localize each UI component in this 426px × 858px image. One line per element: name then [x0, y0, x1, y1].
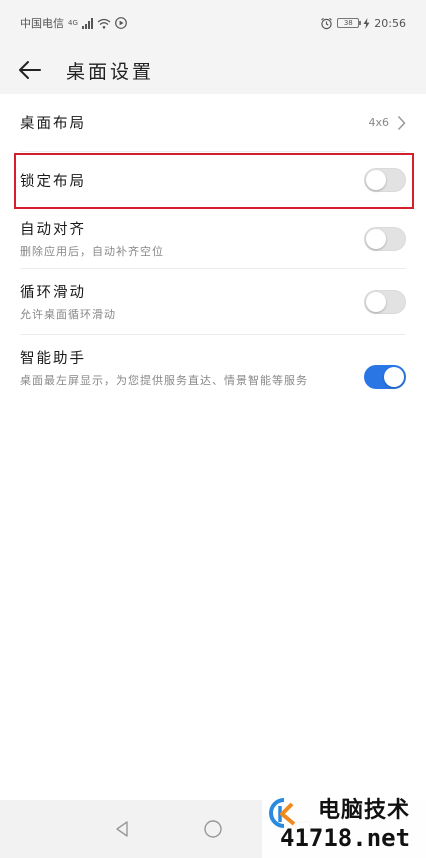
- network-type: 4G: [68, 19, 78, 27]
- wifi-icon: [97, 18, 111, 29]
- smart-assistant-toggle[interactable]: [364, 365, 406, 389]
- battery-level: 38: [343, 19, 353, 27]
- status-time: 20:56: [374, 16, 406, 30]
- back-button[interactable]: [0, 46, 60, 94]
- signal-icon: [81, 17, 93, 29]
- setting-lock-layout: 锁定布局: [20, 152, 406, 208]
- watermark-url: 41718.net: [280, 824, 411, 852]
- battery-icon: 38: [337, 18, 362, 28]
- setting-auto-align: 自动对齐 删除应用后，自动补齐空位: [20, 209, 406, 269]
- setting-title: 桌面布局: [20, 116, 86, 132]
- watermark-name: 电脑技术: [318, 798, 411, 823]
- chevron-right-icon: [397, 115, 406, 130]
- status-bar: 中国电信 4G 38 20:56: [0, 0, 426, 46]
- back-arrow-icon: [19, 61, 41, 79]
- play-icon: [114, 17, 127, 29]
- carrier-name: 中国电信: [20, 17, 64, 30]
- layout-value: 4x6: [368, 116, 389, 129]
- loop-scroll-toggle[interactable]: [364, 289, 406, 314]
- setting-description: 删除应用后，自动补齐空位: [20, 244, 164, 258]
- triangle-back-icon: [116, 821, 128, 837]
- lock-layout-toggle[interactable]: [364, 168, 406, 192]
- setting-smart-assistant: 智能助手 桌面最左屏显示，为您提供服务直达、情景智能等服务: [20, 335, 406, 419]
- setting-title: 智能助手: [20, 351, 86, 367]
- nav-home-button[interactable]: [198, 814, 228, 844]
- circle-home-icon: [204, 820, 222, 838]
- watermark: 电脑技术 41718.net: [262, 786, 426, 858]
- alarm-icon: [321, 17, 333, 29]
- setting-title: 循环滑动: [20, 284, 86, 301]
- toggle-knob: [384, 367, 404, 387]
- nav-back-button[interactable]: [108, 814, 138, 844]
- setting-title: 锁定布局: [20, 173, 86, 190]
- charging-icon: [363, 17, 370, 29]
- app-header: 桌面设置: [0, 46, 426, 94]
- setting-description: 允许桌面循环滑动: [20, 307, 116, 321]
- status-right: 38 20:56: [320, 17, 406, 30]
- setting-desktop-layout[interactable]: 桌面布局 4x6: [20, 94, 406, 152]
- toggle-knob: [366, 291, 386, 312]
- toggle-knob: [366, 170, 386, 190]
- status-left: 中国电信 4G: [20, 15, 127, 31]
- setting-loop-scroll: 循环滑动 允许桌面循环滑动: [20, 269, 406, 335]
- setting-title: 自动对齐: [20, 221, 86, 238]
- page-title: 桌面设置: [66, 60, 155, 83]
- setting-description: 桌面最左屏显示，为您提供服务直达、情景智能等服务: [20, 374, 308, 387]
- settings-list: 桌面布局 4x6 锁定布局 自动对齐 删除应用后，自动补齐空位 循环滑动 允许桌…: [0, 94, 426, 419]
- toggle-knob: [366, 228, 386, 249]
- auto-align-toggle[interactable]: [364, 226, 406, 251]
